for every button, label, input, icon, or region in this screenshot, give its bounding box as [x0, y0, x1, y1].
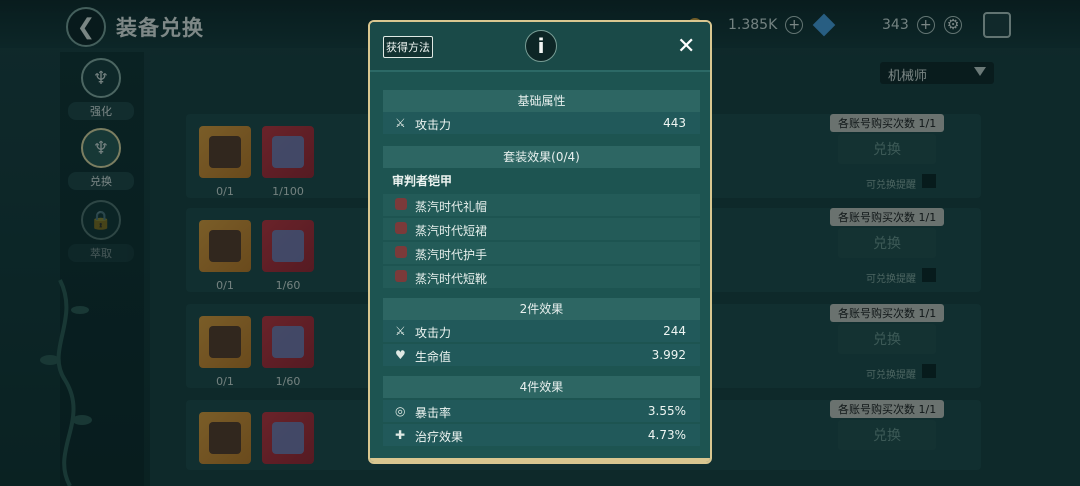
stat-value: 244: [663, 324, 686, 338]
divider: [370, 70, 710, 72]
modal-footer-trim: [370, 458, 710, 462]
skirt-icon: [395, 222, 407, 234]
set-piece: 蒸汽时代礼帽: [383, 194, 700, 216]
stat-row: ✚ 治疗效果 4.73%: [383, 424, 700, 446]
heart-icon: ♥: [395, 348, 406, 362]
stat-name: 暴击率: [415, 406, 452, 420]
base-attributes-header: 基础属性: [383, 90, 700, 112]
info-icon: i: [525, 30, 557, 62]
boots-icon: [395, 270, 407, 282]
set-piece: 蒸汽时代护手: [383, 242, 700, 264]
stat-name: 生命值: [415, 350, 452, 364]
hat-icon: [395, 198, 407, 210]
set-name: 审判者铠甲: [392, 174, 453, 188]
set-effect-header: 套装效果(0/4): [383, 146, 700, 168]
stat-value: 4.73%: [647, 428, 686, 442]
piece-name: 蒸汽时代护手: [415, 248, 488, 262]
two-piece-header: 2件效果: [383, 298, 700, 320]
stat-row: ⚔ 攻击力 244: [383, 320, 700, 342]
obtain-method-button[interactable]: 获得方法: [383, 36, 433, 58]
modal-header: 获得方法 i ✕: [370, 22, 710, 70]
piece-name: 蒸汽时代短裙: [415, 224, 488, 238]
stat-row: ◎ 暴击率 3.55%: [383, 400, 700, 422]
heal-icon: ✚: [395, 428, 406, 442]
swords-icon: ⚔: [395, 116, 406, 130]
stat-row: ♥ 生命值 3.992: [383, 344, 700, 366]
stat-name: 攻击力: [415, 326, 452, 340]
gauntlet-icon: [395, 246, 407, 258]
four-piece-header: 4件效果: [383, 376, 700, 398]
stat-value: 443: [663, 116, 686, 130]
swords-icon: ⚔: [395, 324, 406, 338]
piece-name: 蒸汽时代短靴: [415, 272, 488, 286]
stat-name: 攻击力: [415, 118, 452, 132]
set-piece: 蒸汽时代短靴: [383, 266, 700, 288]
set-info-modal: 获得方法 i ✕ 基础属性 ⚔ 攻击力 443 套装效果(0/4) 审判者铠甲 …: [368, 20, 712, 464]
stat-value: 3.992: [651, 348, 686, 362]
stat-row: ⚔ 攻击力 443: [383, 112, 700, 134]
set-piece: 蒸汽时代短裙: [383, 218, 700, 240]
crit-icon: ◎: [395, 404, 406, 418]
close-icon[interactable]: ✕: [677, 34, 695, 59]
piece-name: 蒸汽时代礼帽: [415, 200, 488, 214]
stat-value: 3.55%: [647, 404, 686, 418]
stat-name: 治疗效果: [415, 430, 464, 444]
